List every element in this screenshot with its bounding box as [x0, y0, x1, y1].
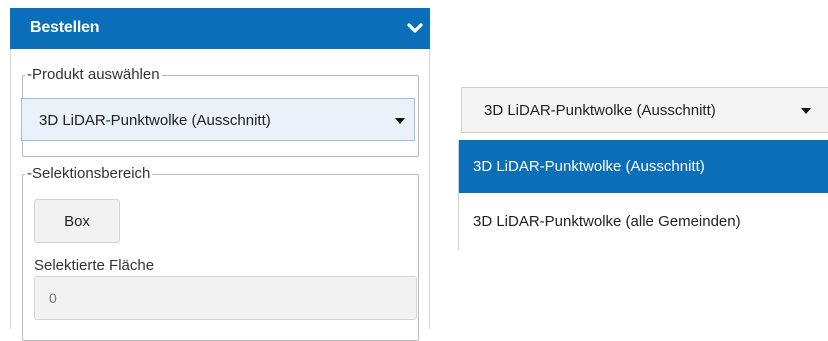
dropdown-list: 3D LiDAR-Punktwolke (Ausschnitt) 3D LiDA… [458, 140, 828, 250]
selected-area-label: Selektierte Fläche [34, 257, 155, 274]
product-select[interactable]: 3D LiDAR-Punktwolke (Ausschnitt) [21, 98, 415, 141]
box-button[interactable]: Box [34, 199, 120, 243]
product-select-expanded[interactable]: 3D LiDAR-Punktwolke (Ausschnitt) [461, 87, 828, 133]
dropdown-option-alle-gemeinden[interactable]: 3D LiDAR-Punktwolke (alle Gemeinden) [459, 200, 828, 244]
product-legend: -Produkt auswählen [27, 66, 160, 83]
panel-title: Bestellen [30, 19, 100, 36]
selection-legend: -Selektionsbereich [27, 165, 151, 182]
product-select-expanded-value: 3D LiDAR-Punktwolke (Ausschnitt) [484, 102, 716, 119]
dropdown-option-ausschnitt[interactable]: 3D LiDAR-Punktwolke (Ausschnitt) [459, 140, 828, 193]
caret-down-icon [395, 118, 405, 124]
selected-area-field[interactable] [34, 276, 417, 320]
box-button-label: Box [64, 213, 90, 230]
panel-body: -Produkt auswählen 3D LiDAR-Punktwolke (… [10, 49, 430, 341]
caret-down-icon [801, 108, 811, 114]
order-panel: Bestellen -Produkt auswählen 3D LiDAR-Pu… [10, 8, 430, 341]
chevron-down-icon[interactable] [404, 19, 426, 37]
dropdown-option-label: 3D LiDAR-Punktwolke (Ausschnitt) [473, 158, 705, 175]
dropdown-option-label: 3D LiDAR-Punktwolke (alle Gemeinden) [473, 213, 741, 230]
product-select-value: 3D LiDAR-Punktwolke (Ausschnitt) [39, 112, 271, 129]
panel-header[interactable]: Bestellen [10, 8, 430, 49]
